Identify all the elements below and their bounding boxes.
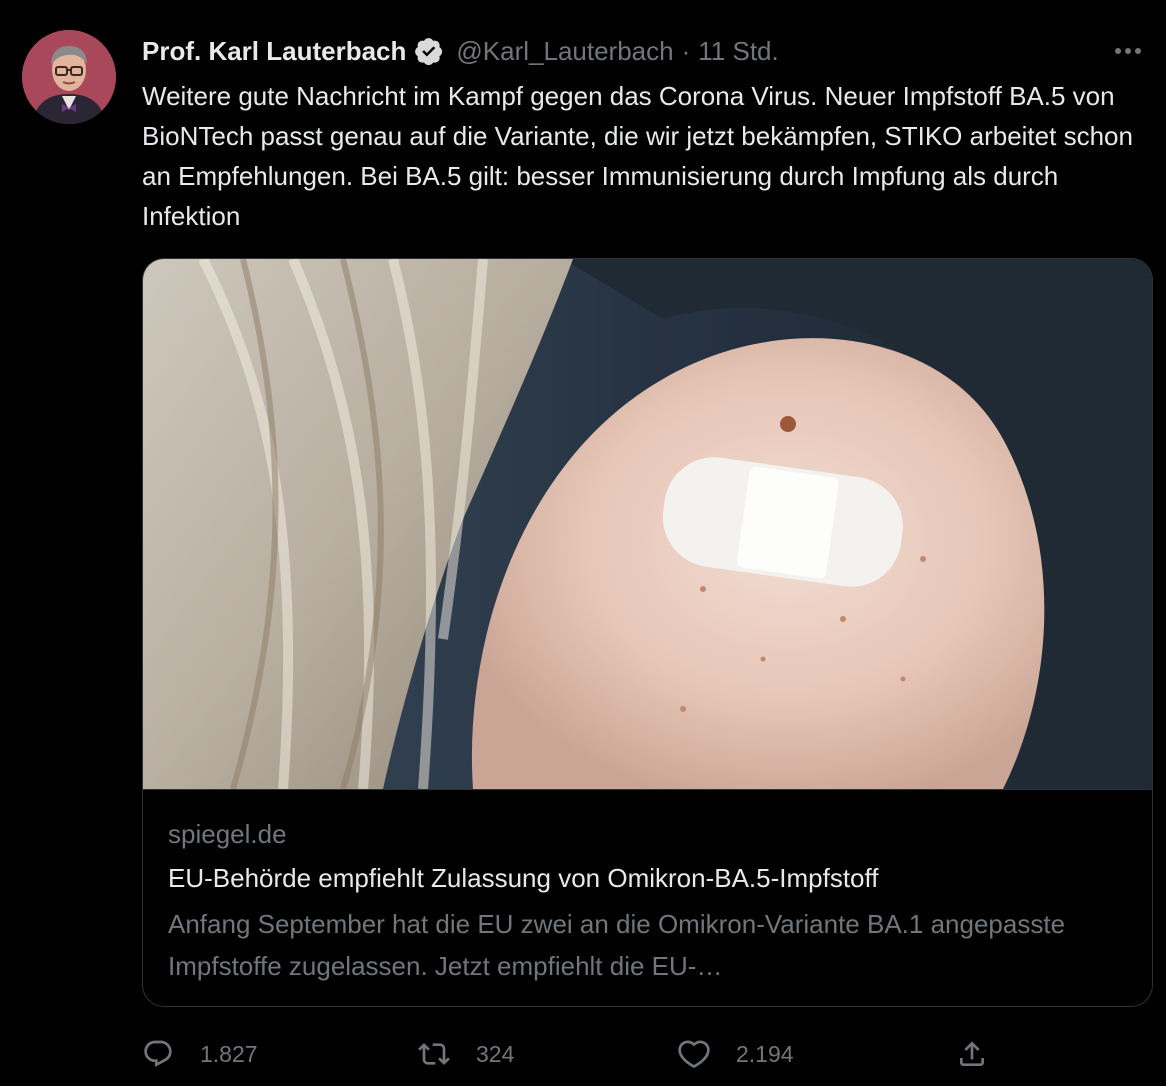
avatar-portrait (22, 30, 116, 124)
author-name[interactable]: Prof. Karl Lauterbach (142, 36, 406, 67)
share-upload-icon (960, 1041, 984, 1066)
tweet-text: Weitere gute Nachricht im Kampf gegen da… (142, 81, 1133, 231)
card-divider (143, 789, 1152, 790)
card-image (143, 259, 1152, 789)
tweet: Prof. Karl Lauterbach @Karl_Lauterbach ·… (0, 0, 1166, 1086)
reply-bubble-icon (144, 1040, 172, 1067)
like-button[interactable]: 2.194 (678, 1032, 794, 1076)
retweet-count: 324 (476, 1040, 515, 1067)
retweet-button[interactable]: 324 (418, 1032, 514, 1076)
card-domain: spiegel.de (168, 819, 287, 849)
heart-icon (678, 1040, 710, 1068)
more-horizontal-icon[interactable] (1108, 36, 1148, 66)
reply-count: 1.827 (200, 1040, 258, 1067)
author-handle[interactable]: @Karl_Lauterbach (456, 36, 673, 67)
card-description: Anfang September hat die EU zwei an die … (168, 909, 1066, 981)
tweet-timestamp[interactable]: 11 Std. (698, 36, 778, 67)
reply-button[interactable]: 1.827 (142, 1032, 258, 1076)
avatar[interactable] (22, 30, 116, 124)
share-button[interactable] (956, 1032, 988, 1076)
action-bar: 1.827 324 2.194 (142, 1032, 1002, 1076)
tweet-header: Prof. Karl Lauterbach @Karl_Lauterbach ·… (142, 32, 779, 70)
verified-badge-icon (414, 36, 444, 66)
link-card[interactable]: spiegel.de EU-Behörde empfiehlt Zulassun… (142, 258, 1153, 1007)
like-count: 2.194 (736, 1040, 794, 1067)
separator-dot: · (681, 35, 691, 66)
retweet-arrows-icon (418, 1043, 450, 1065)
card-title[interactable]: EU-Behörde empfiehlt Zulassung von Omikr… (168, 863, 879, 894)
